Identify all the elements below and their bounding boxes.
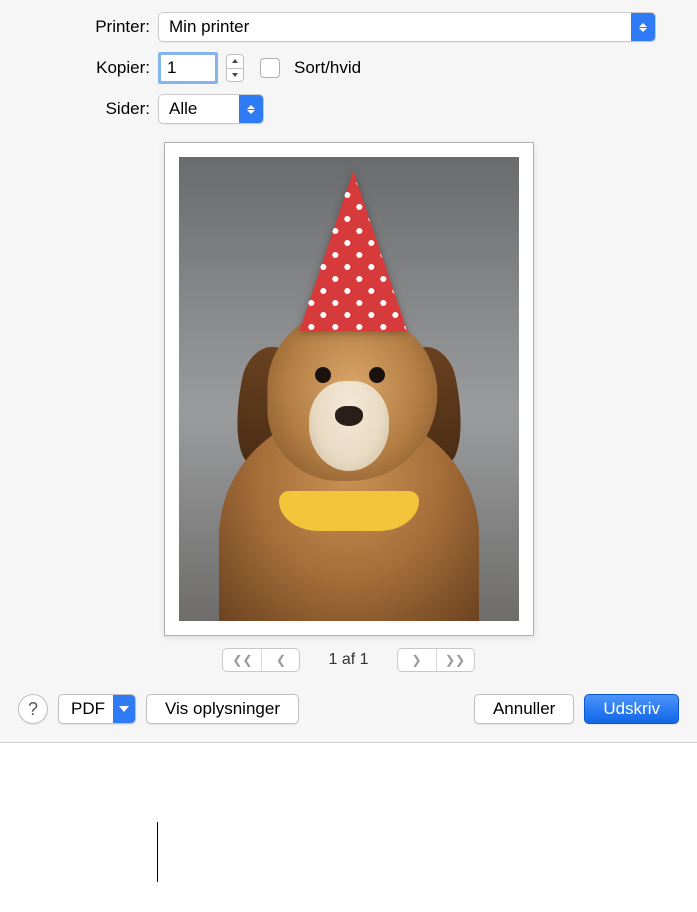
first-page-button[interactable]: ❮❮ bbox=[223, 649, 261, 671]
page-navigator: ❮❮ ❮ 1 af 1 ❯ ❯❯ bbox=[222, 648, 474, 672]
printer-value: Min printer bbox=[169, 17, 631, 37]
stepper-down-icon[interactable] bbox=[227, 69, 243, 82]
bottom-bar: ? PDF Vis oplysninger Annuller Udskriv bbox=[18, 694, 679, 724]
pdf-menu-button[interactable]: PDF bbox=[58, 694, 136, 724]
show-details-label: Vis oplysninger bbox=[165, 699, 280, 719]
printer-label: Printer: bbox=[18, 17, 158, 37]
help-button[interactable]: ? bbox=[18, 694, 48, 724]
copies-label: Kopier: bbox=[18, 58, 158, 78]
updown-arrows-icon bbox=[239, 95, 263, 123]
callout-line bbox=[157, 822, 158, 882]
stepper-up-icon[interactable] bbox=[227, 55, 243, 69]
print-dialog: Printer: Min printer Kopier: Sort/hvid S… bbox=[0, 0, 697, 743]
bw-label: Sort/hvid bbox=[294, 58, 361, 78]
copies-input[interactable] bbox=[158, 52, 218, 84]
printer-select[interactable]: Min printer bbox=[158, 12, 656, 42]
prev-icon: ❮ bbox=[276, 653, 286, 667]
pager-back-group: ❮❮ ❮ bbox=[222, 648, 300, 672]
help-icon: ? bbox=[28, 699, 38, 720]
print-label: Udskriv bbox=[603, 699, 660, 719]
copies-stepper[interactable] bbox=[226, 54, 244, 82]
first-icon: ❮❮ bbox=[232, 653, 252, 667]
pager-forward-group: ❯ ❯❯ bbox=[397, 648, 475, 672]
last-page-button[interactable]: ❯❯ bbox=[436, 649, 474, 671]
preview-photo bbox=[179, 157, 519, 621]
next-icon: ❯ bbox=[411, 653, 421, 667]
copies-row: Kopier: Sort/hvid bbox=[18, 52, 679, 84]
bw-checkbox[interactable] bbox=[260, 58, 280, 78]
pages-row: Sider: Alle bbox=[18, 94, 679, 124]
cancel-label: Annuller bbox=[493, 699, 555, 719]
preview-page bbox=[164, 142, 534, 636]
pages-value: Alle bbox=[169, 99, 239, 119]
pdf-label: PDF bbox=[71, 699, 113, 719]
page-indicator: 1 af 1 bbox=[328, 651, 368, 669]
printer-row: Printer: Min printer bbox=[18, 12, 679, 42]
pages-select[interactable]: Alle bbox=[158, 94, 264, 124]
preview-area: ❮❮ ❮ 1 af 1 ❯ ❯❯ bbox=[18, 142, 679, 672]
last-icon: ❯❯ bbox=[445, 653, 465, 667]
next-page-button[interactable]: ❯ bbox=[398, 649, 436, 671]
cancel-button[interactable]: Annuller bbox=[474, 694, 574, 724]
updown-arrows-icon bbox=[631, 13, 655, 41]
pages-label: Sider: bbox=[18, 99, 158, 119]
chevron-down-icon bbox=[113, 695, 135, 723]
print-button[interactable]: Udskriv bbox=[584, 694, 679, 724]
show-details-button[interactable]: Vis oplysninger bbox=[146, 694, 299, 724]
prev-page-button[interactable]: ❮ bbox=[261, 649, 299, 671]
